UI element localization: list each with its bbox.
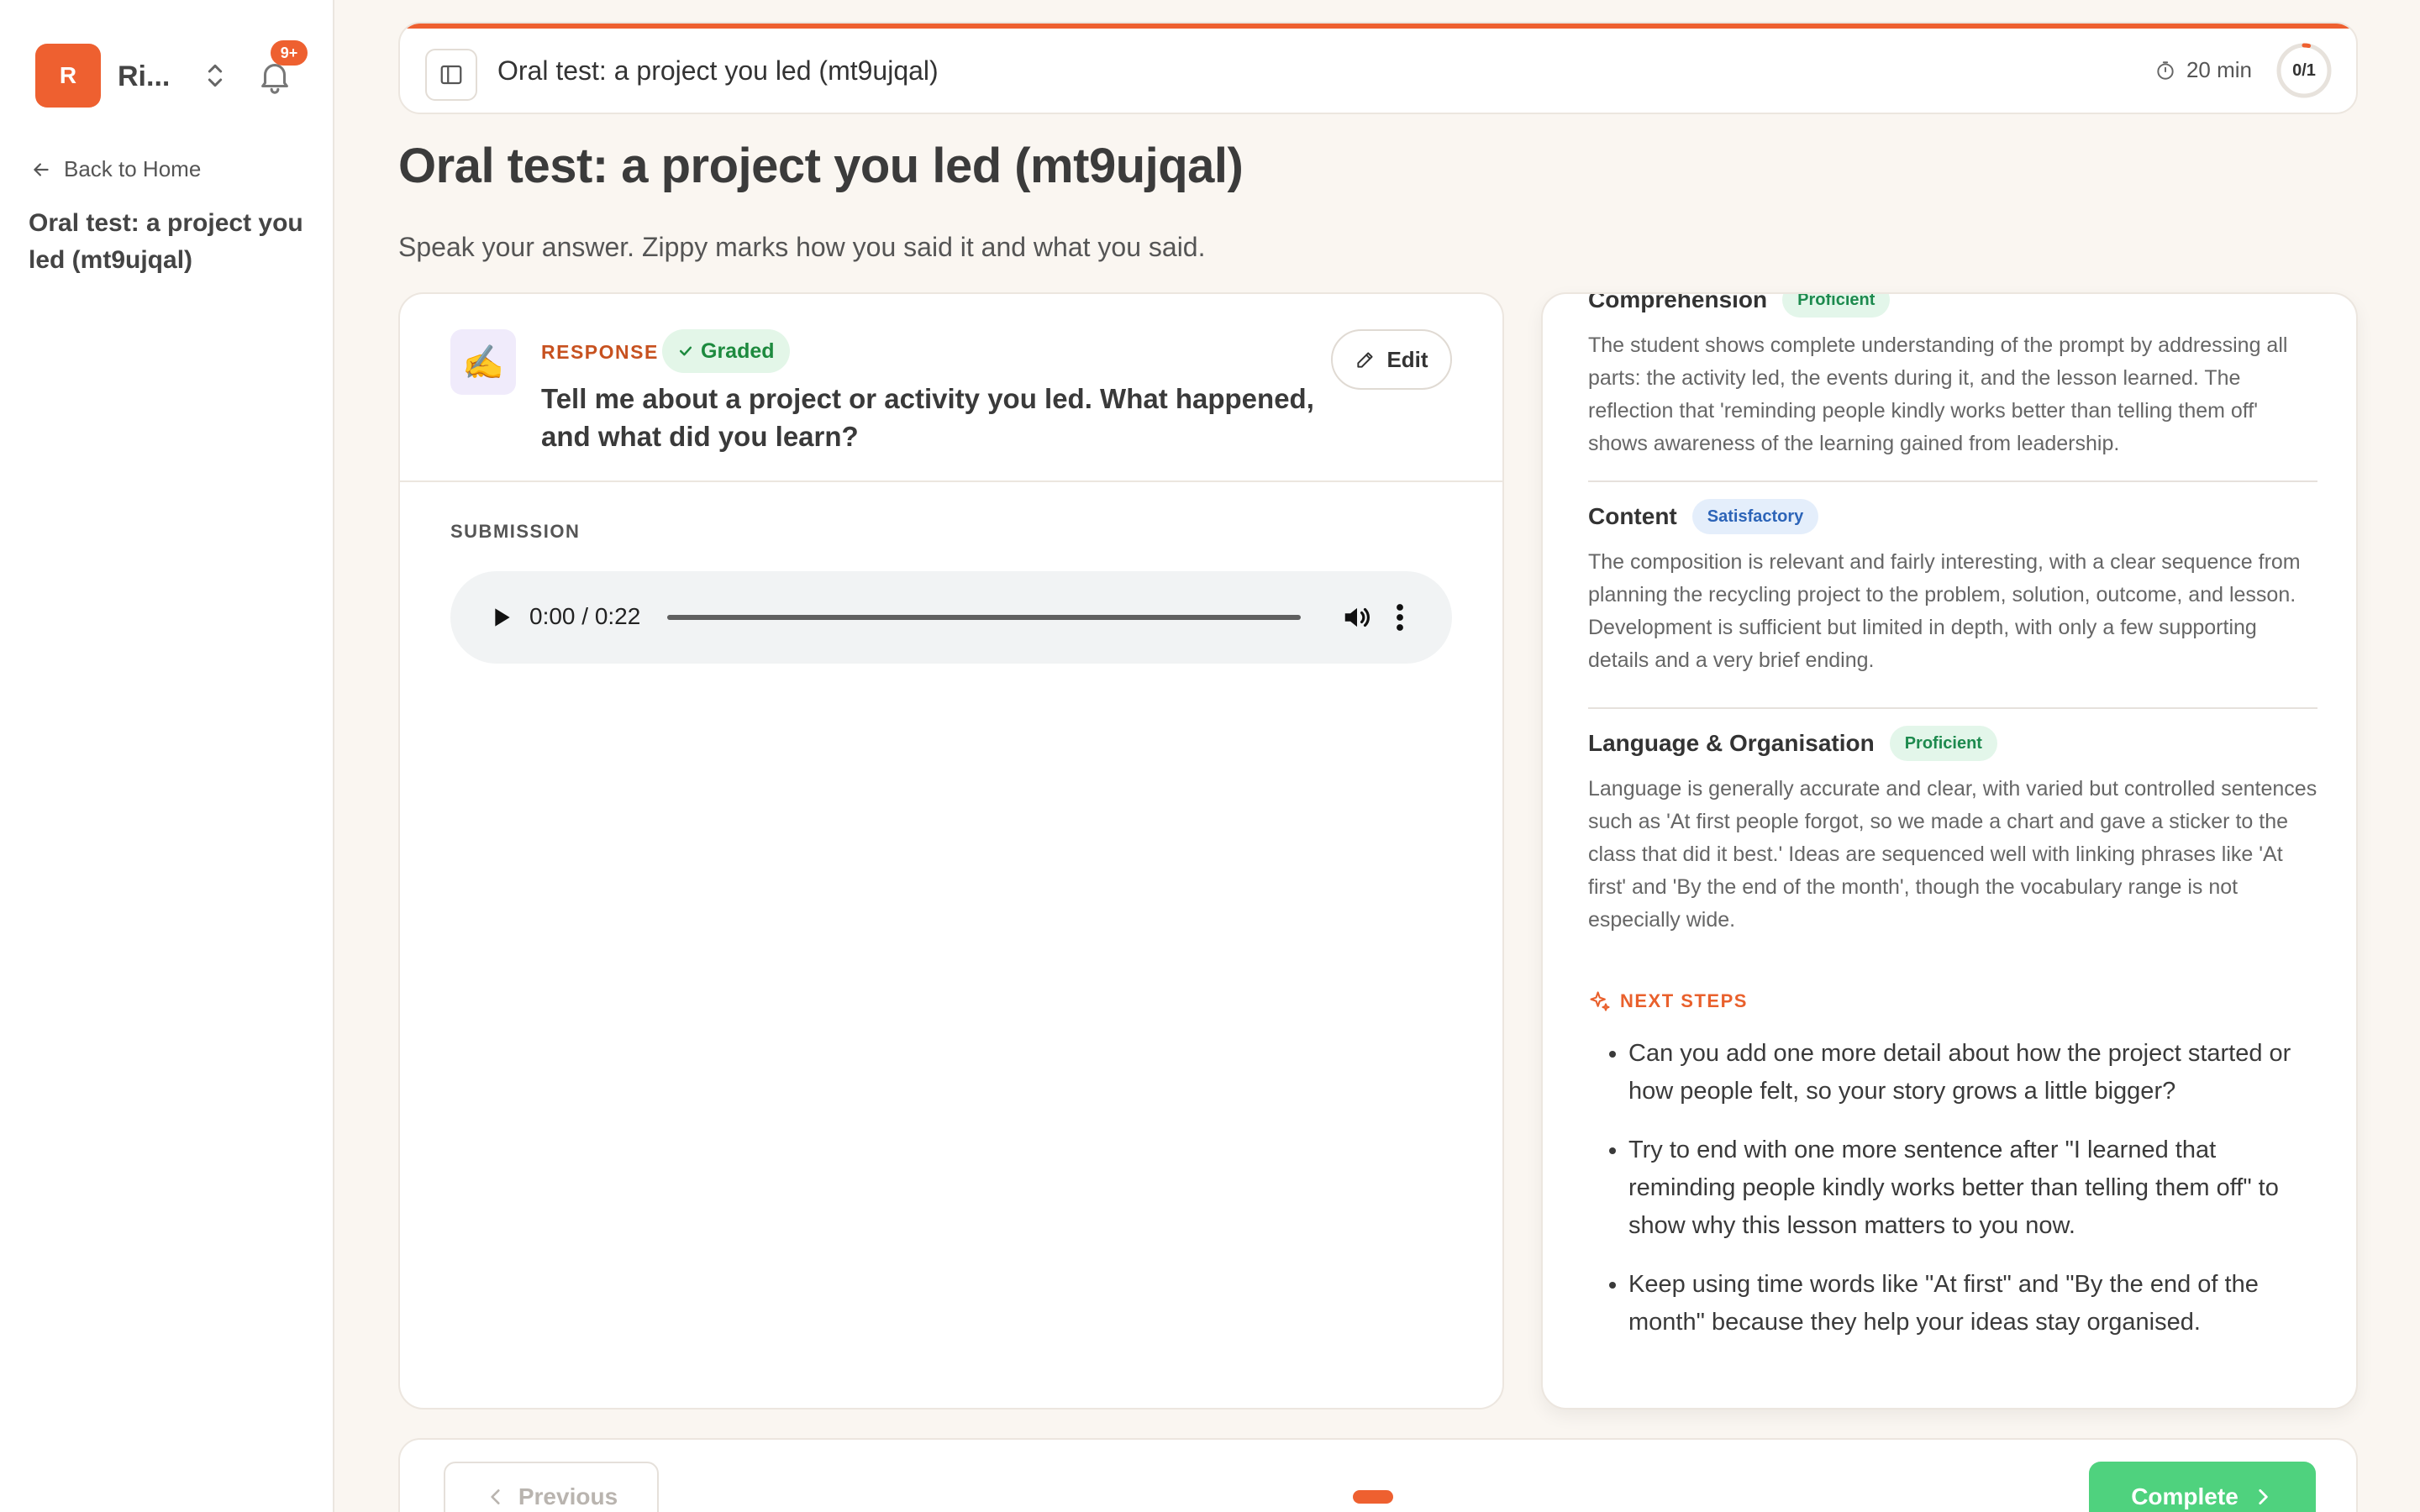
criterion-level-badge: Proficient <box>1782 294 1891 318</box>
criterion-feedback: Language is generally accurate and clear… <box>1588 777 2317 932</box>
response-header: ✍️ RESPONSE Graded Edit Tell me about a … <box>400 294 1502 482</box>
list-item: Try to end with one more sentence after … <box>1628 1131 2326 1245</box>
time-estimate-label: 20 min <box>2186 57 2252 82</box>
complete-button[interactable]: Complete <box>2089 1462 2316 1512</box>
pencil-icon <box>1357 352 1373 368</box>
back-to-home-link[interactable]: Back to Home <box>30 156 201 182</box>
criterion-feedback: The composition is relevant and fairly i… <box>1588 550 2301 672</box>
criterion-content: Content Satisfactory The composition is … <box>1588 499 2317 677</box>
previous-button-label: Previous <box>518 1483 618 1509</box>
criterion-name: Language & Organisation <box>1588 730 1875 756</box>
workspace-switcher[interactable]: R Ri... 9+ <box>35 40 308 108</box>
audio-seek-bar[interactable] <box>667 615 1301 620</box>
criterion-name: Content <box>1588 503 1677 529</box>
stopwatch-icon <box>2157 60 2174 80</box>
chevron-right-icon <box>2259 1489 2268 1504</box>
edit-button[interactable]: Edit <box>1331 329 1452 390</box>
complete-button-label: Complete <box>2131 1483 2238 1509</box>
sidebar-toggle-button[interactable] <box>425 49 477 101</box>
chevron-left-icon <box>491 1489 500 1504</box>
time-estimate: 20 min <box>2154 57 2252 83</box>
back-link-label: Back to Home <box>64 156 202 181</box>
sidebar-lesson-title[interactable]: Oral test: a project you led (mt9ujqal) <box>29 205 314 279</box>
criterion-name: Comprehension <box>1588 292 1768 312</box>
criterion-level-badge: Proficient <box>1889 726 1997 761</box>
avatar[interactable]: R <box>35 44 101 108</box>
audio-player: 0:00 / 0:22 <box>450 571 1452 664</box>
sidebar: R Ri... 9+ Back to Home Oral test: a pro… <box>0 0 334 1512</box>
status-label: Graded <box>701 339 775 363</box>
sidebar-panel-icon <box>440 65 462 85</box>
chevron-up-down-icon[interactable] <box>198 59 232 92</box>
page-indicator-dot[interactable] <box>1353 1490 1393 1504</box>
topbar-title: Oral test: a project you led (mt9ujqal) <box>497 55 939 86</box>
criterion-comprehension: Comprehension Proficient The student sho… <box>1588 292 2317 460</box>
progress-count: 0/1 <box>2292 60 2316 80</box>
workspace-name[interactable]: Ri... <box>118 60 170 93</box>
criterion-feedback: The student shows complete understanding… <box>1588 333 2288 455</box>
page-subtitle: Speak your answer. Zippy marks how you s… <box>398 232 1206 262</box>
check-icon <box>679 346 692 356</box>
divider <box>1588 707 2317 709</box>
status-badge: Graded <box>662 329 790 373</box>
previous-button[interactable]: Previous <box>444 1462 659 1512</box>
question-text: Tell me about a project or activity you … <box>541 383 1314 452</box>
criterion-language-organisation: Language & Organisation Proficient Langu… <box>1588 726 2317 937</box>
play-icon[interactable] <box>487 603 514 632</box>
list-item: Keep using time words like "At first" an… <box>1628 1266 2326 1341</box>
next-steps-list: Can you add one more detail about how th… <box>1628 1035 2326 1362</box>
arrow-left-icon <box>34 162 49 176</box>
lesson-topbar: Oral test: a project you led (mt9ujqal) … <box>398 22 2358 114</box>
divider <box>1588 480 2317 482</box>
criterion-level-badge: Satisfactory <box>1691 499 1819 534</box>
volume-icon[interactable] <box>1341 601 1373 633</box>
next-steps-heading: NEXT STEPS <box>1588 990 1748 1013</box>
next-steps-label: NEXT STEPS <box>1620 990 1748 1011</box>
list-item: Can you add one more detail about how th… <box>1628 1035 2326 1110</box>
sparkle-icon <box>1590 991 1610 1011</box>
feedback-card: Comprehension Proficient The student sho… <box>1541 292 2358 1410</box>
writing-hand-icon: ✍️ <box>450 329 516 395</box>
progress-ring: 0/1 <box>2275 42 2333 99</box>
page-title: Oral test: a project you led (mt9ujqal) <box>398 139 1244 193</box>
submission-label: SUBMISSION <box>450 521 581 542</box>
response-card: ✍️ RESPONSE Graded Edit Tell me about a … <box>398 292 1504 1410</box>
more-options-icon[interactable] <box>1395 601 1405 633</box>
response-label: RESPONSE <box>541 341 659 363</box>
lesson-navigation-bar: Previous Complete <box>398 1438 2358 1512</box>
notification-badge: 9+ <box>271 40 308 66</box>
edit-button-label: Edit <box>1386 346 1428 372</box>
audio-time: 0:00 / 0:22 <box>529 603 641 629</box>
